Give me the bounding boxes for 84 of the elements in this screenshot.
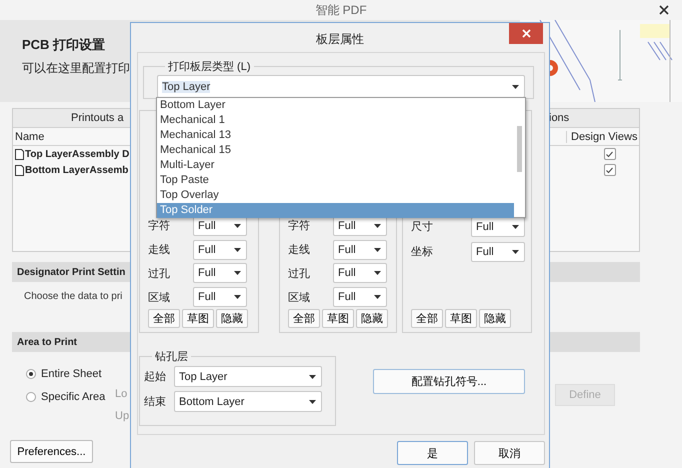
mode-button[interactable]: 全部 — [288, 309, 320, 328]
drill-symbol-button[interactable]: 配置钻孔符号... — [373, 369, 525, 394]
dropdown-field[interactable]: Full — [193, 287, 247, 308]
field-label: 尺寸 — [411, 220, 434, 234]
caret-icon — [234, 248, 241, 252]
field-label: 走线 — [148, 243, 171, 258]
printout-name[interactable]: Top LayerAssembly D — [25, 148, 130, 160]
dropdown-option[interactable]: Bottom Layer — [157, 98, 514, 113]
window-title: 智能 PDF — [315, 2, 367, 18]
column-header: Name — [14, 130, 44, 142]
field-label: 字符 — [148, 218, 171, 234]
dropdown-field[interactable]: Full — [471, 216, 525, 236]
mode-button[interactable]: 隐藏 — [356, 309, 388, 328]
mode-button[interactable]: 全部 — [148, 309, 180, 328]
group-title: 钻孔层 — [154, 350, 189, 364]
caret-icon — [374, 248, 381, 252]
checkbox[interactable] — [604, 148, 616, 160]
mode-button[interactable]: 全部 — [411, 309, 443, 328]
dropdown-option[interactable]: Top Paste — [157, 173, 514, 188]
caret-icon — [309, 400, 316, 404]
dropdown-field[interactable]: Full — [333, 287, 387, 308]
caret-icon — [309, 374, 316, 378]
group-title: 打印板层类型 (L) — [167, 60, 252, 74]
field-label: 起始 — [144, 370, 167, 384]
checkbox[interactable] — [604, 164, 616, 176]
preferences-button[interactable]: Preferences... — [10, 440, 93, 463]
caret-icon — [234, 224, 241, 228]
layer-type-field[interactable]: Top Layer — [157, 75, 525, 98]
dialog-button[interactable]: 是 — [397, 441, 468, 465]
mode-button[interactable]: 草图 — [445, 309, 477, 328]
caret-icon — [512, 250, 519, 254]
caret-icon — [374, 295, 381, 300]
dropdown-field[interactable]: Full — [333, 263, 387, 284]
radio-label[interactable]: Specific Area — [41, 390, 106, 402]
dropdown-option[interactable]: Top Overlay — [157, 188, 514, 203]
field-label: 过孔 — [148, 266, 171, 281]
dropdown-option[interactable]: Multi-Layer — [157, 158, 514, 173]
field-label: 区域 — [148, 290, 171, 305]
caret-icon — [512, 224, 519, 228]
field-label: 字符 — [288, 218, 311, 234]
caret-icon — [512, 84, 519, 88]
field-label: Lo — [115, 388, 128, 400]
scrollbar[interactable] — [514, 98, 525, 217]
dropdown-option[interactable]: Mechanical 1 — [157, 113, 514, 128]
dialog-button[interactable]: 取消 — [474, 441, 545, 465]
dropdown-option[interactable]: Mechanical 13 — [157, 128, 514, 143]
close-icon — [522, 29, 530, 38]
dropdown-field[interactable]: Top Layer — [174, 366, 322, 387]
page-subtitle: 可以在这里配置打印 — [22, 60, 130, 77]
dropdown-field[interactable]: Full — [471, 242, 525, 262]
radio-button[interactable] — [26, 392, 36, 402]
document-icon — [15, 148, 24, 160]
section-text: Choose the data to pri — [24, 291, 122, 302]
column-header: Design Views — [566, 130, 639, 142]
radio-button[interactable] — [26, 368, 36, 378]
dialog-title: 板层属性 — [315, 31, 365, 48]
close-icon[interactable] — [659, 5, 669, 15]
field-label: 过孔 — [288, 266, 311, 281]
close-button[interactable] — [509, 23, 543, 44]
caret-icon — [234, 295, 241, 300]
printout-name[interactable]: Bottom LayerAssemb — [25, 164, 128, 176]
mode-button[interactable]: 草图 — [322, 309, 354, 328]
page-title: PCB 打印设置 — [22, 36, 106, 54]
field-label: 走线 — [288, 243, 311, 258]
section-title: Area to Print — [17, 336, 78, 348]
document-icon — [15, 164, 24, 176]
radio-label[interactable]: Entire Sheet — [41, 368, 102, 380]
field-label: 区域 — [288, 290, 311, 305]
mode-button[interactable]: 隐藏 — [479, 309, 511, 328]
column-group-header: Printouts a — [70, 112, 124, 124]
field-label: Up — [115, 410, 130, 422]
field-label: 结束 — [144, 395, 167, 409]
dropdown-field[interactable]: Full — [333, 240, 387, 260]
mode-button[interactable]: 草图 — [182, 309, 214, 328]
dropdown-field[interactable]: Bottom Layer — [174, 391, 322, 412]
dropdown-field[interactable]: Full — [193, 240, 247, 260]
caret-icon — [374, 271, 381, 276]
caret-icon — [234, 271, 241, 276]
dropdown-field[interactable]: Full — [193, 263, 247, 284]
mode-button[interactable]: 隐藏 — [216, 309, 248, 328]
field-label: 坐标 — [411, 245, 434, 259]
dropdown-option[interactable]: Mechanical 15 — [157, 143, 514, 158]
section-title: Designator Print Settin — [17, 266, 126, 278]
caret-icon — [374, 224, 381, 228]
